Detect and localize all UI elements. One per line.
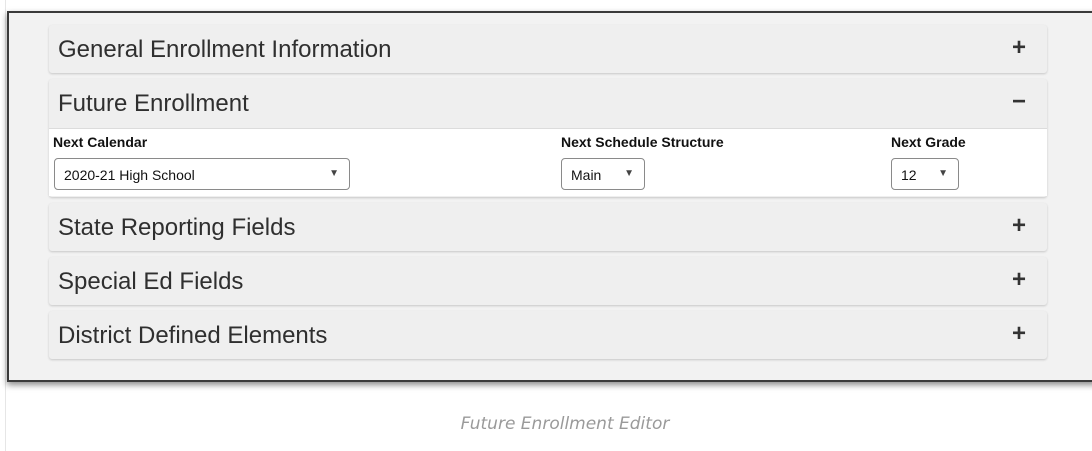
left-divider xyxy=(5,0,6,451)
caret-down-icon: ▼ xyxy=(938,168,948,179)
next-schedule-structure-value: Main xyxy=(571,167,602,183)
next-grade-value: 12 xyxy=(901,167,917,183)
section-district-defined: District Defined Elements + xyxy=(49,311,1047,359)
section-special-ed-header[interactable]: Special Ed Fields + xyxy=(49,257,1047,305)
section-future-enrollment: Future Enrollment − Next Calendar 2020-2… xyxy=(49,79,1047,197)
next-schedule-structure-label: Next Schedule Structure xyxy=(561,134,724,150)
section-general-enrollment: General Enrollment Information + xyxy=(49,25,1047,73)
section-state-reporting-header[interactable]: State Reporting Fields + xyxy=(49,203,1047,251)
editor-frame: General Enrollment Information + Future … xyxy=(7,11,1092,382)
future-enrollment-body: Next Calendar 2020-21 High School ▼ Next… xyxy=(49,128,1047,196)
image-caption: Future Enrollment Editor xyxy=(460,414,670,434)
next-calendar-value: 2020-21 High School xyxy=(64,167,195,183)
minus-icon[interactable]: − xyxy=(1009,88,1029,116)
plus-icon[interactable]: + xyxy=(1009,266,1029,294)
next-calendar-label: Next Calendar xyxy=(53,134,148,150)
section-future-enrollment-header[interactable]: Future Enrollment − xyxy=(49,79,1047,127)
caret-down-icon: ▼ xyxy=(329,168,339,179)
section-title: Future Enrollment xyxy=(58,90,249,117)
plus-icon[interactable]: + xyxy=(1009,320,1029,348)
section-title: General Enrollment Information xyxy=(58,36,392,63)
section-title: District Defined Elements xyxy=(58,322,328,349)
section-district-defined-header[interactable]: District Defined Elements + xyxy=(49,311,1047,359)
next-calendar-select[interactable]: 2020-21 High School ▼ xyxy=(54,158,350,190)
section-general-enrollment-header[interactable]: General Enrollment Information + xyxy=(49,25,1047,73)
section-special-ed: Special Ed Fields + xyxy=(49,257,1047,305)
next-grade-select[interactable]: 12 ▼ xyxy=(891,158,959,190)
caret-down-icon: ▼ xyxy=(624,168,634,179)
section-title: State Reporting Fields xyxy=(58,214,296,241)
plus-icon[interactable]: + xyxy=(1009,212,1029,240)
next-grade-label: Next Grade xyxy=(891,134,966,150)
section-state-reporting: State Reporting Fields + xyxy=(49,203,1047,251)
section-title: Special Ed Fields xyxy=(58,268,244,295)
plus-icon[interactable]: + xyxy=(1009,34,1029,62)
next-schedule-structure-select[interactable]: Main ▼ xyxy=(561,158,645,190)
